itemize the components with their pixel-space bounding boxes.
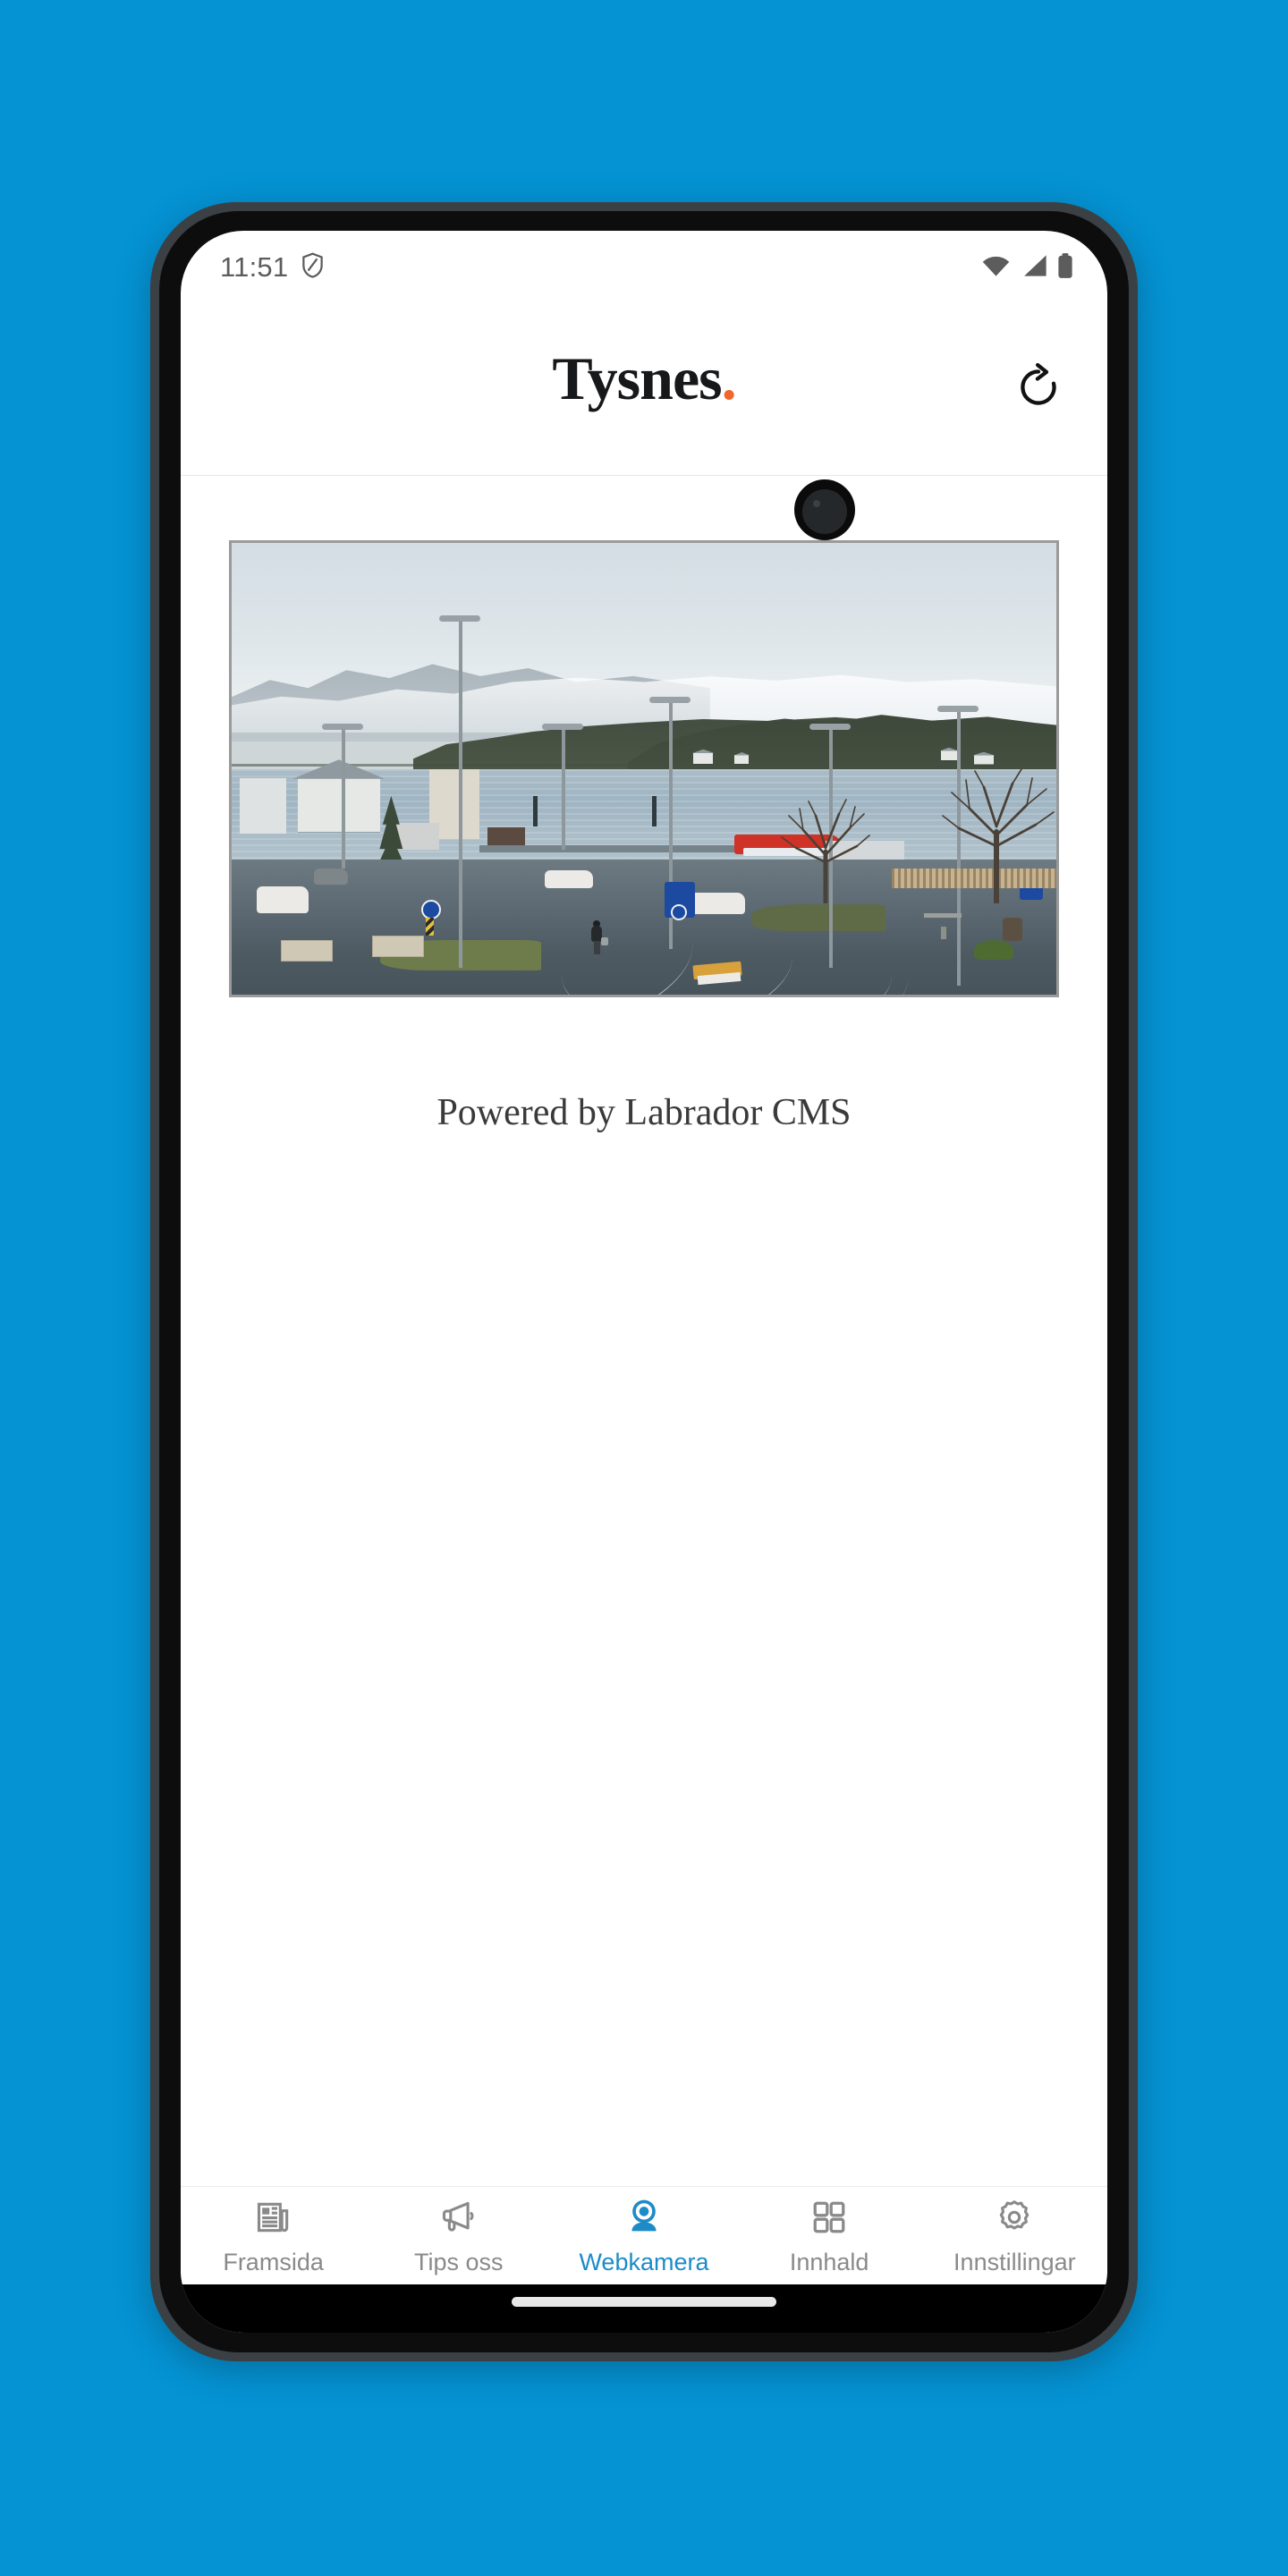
camera-lens (802, 489, 847, 534)
newspaper-icon (254, 2194, 293, 2241)
app-logo-dot: . (721, 344, 737, 412)
scene-bin (1003, 918, 1023, 942)
nav-label-tips-oss: Tips oss (414, 2249, 504, 2275)
home-indicator[interactable] (512, 2297, 776, 2307)
phone-screen: 11:51 Tysnes. Powered by Labrador CMS Fr… (181, 231, 1107, 2333)
scene-far-house (733, 751, 750, 765)
scene-far-house (939, 747, 958, 761)
scene-pedestrian (590, 919, 609, 954)
scene-picnic-table (924, 913, 962, 919)
app-logo: Tysnes. (181, 343, 1107, 414)
front-camera-cutout (794, 479, 855, 540)
nav-item-framsida[interactable]: Framsida (181, 2194, 366, 2276)
grid-icon (809, 2194, 849, 2241)
webcam-image[interactable] (229, 540, 1059, 997)
wifi-icon (981, 254, 1011, 282)
scene-bush (973, 940, 1013, 961)
scene-planter (371, 936, 424, 958)
scene-grass-median (750, 904, 886, 931)
scene-picnic-leg (940, 927, 946, 940)
scene-bare-tree (941, 767, 1056, 906)
battery-icon (1057, 252, 1073, 283)
status-bar-left: 11:51 (220, 251, 325, 284)
status-bar: 11:51 (181, 231, 1107, 304)
status-clock: 11:51 (220, 251, 289, 283)
app-header: Tysnes. (181, 304, 1107, 476)
phone-frame: 11:51 Tysnes. Powered by Labrador CMS Fr… (150, 202, 1138, 2361)
main-content: Powered by Labrador CMS (181, 476, 1107, 2186)
scene-bare-tree (776, 796, 875, 906)
nav-item-innhald[interactable]: Innhald (737, 2194, 922, 2276)
scene-white-house (292, 759, 386, 832)
shield-icon (301, 251, 325, 284)
nav-item-webkamera[interactable]: Webkamera (551, 2194, 736, 2276)
nav-label-framsida: Framsida (223, 2249, 324, 2275)
scene-parked-van (256, 886, 309, 913)
webcam-icon (624, 2194, 664, 2241)
cellular-signal-icon (1021, 254, 1047, 282)
webcam-scene (232, 543, 1056, 995)
scene-parked-car (314, 868, 349, 885)
megaphone-icon (439, 2194, 479, 2241)
scene-street-lamp (438, 614, 480, 968)
refresh-button[interactable] (1011, 361, 1066, 417)
scene-street-lamp (541, 724, 583, 851)
scene-white-car (689, 893, 745, 915)
page-background: 11:51 Tysnes. Powered by Labrador CMS Fr… (0, 0, 1288, 2576)
scene-street-lamp (321, 724, 363, 869)
scene-pier-post (532, 795, 538, 826)
status-bar-right (981, 252, 1073, 283)
app-logo-text: Tysnes (552, 344, 722, 412)
scene-pier-post (652, 795, 657, 826)
phone-bezel: 11:51 Tysnes. Powered by Labrador CMS Fr… (159, 211, 1129, 2352)
nav-label-innstillingar: Innstillingar (953, 2249, 1076, 2275)
scene-far-house (692, 749, 715, 764)
scene-building (240, 777, 287, 834)
scene-shed (487, 827, 525, 848)
scene-planter (281, 940, 334, 962)
scene-parked-car (545, 870, 594, 889)
gesture-navigation-bar (181, 2284, 1107, 2333)
scene-hazard-post (425, 918, 434, 936)
nav-item-innstillingar[interactable]: Innstillingar (922, 2194, 1107, 2276)
nav-label-innhald: Innhald (789, 2249, 869, 2275)
nav-label-webkamera: Webkamera (579, 2249, 709, 2275)
nav-item-tips-oss[interactable]: Tips oss (366, 2194, 551, 2276)
gear-icon (995, 2194, 1034, 2241)
bottom-navigation: Framsida Tips oss Webkamera Innhald Inns… (181, 2186, 1107, 2284)
refresh-icon (1014, 362, 1063, 416)
scene-road-sign-arrow (421, 899, 442, 919)
powered-by-text: Powered by Labrador CMS (436, 1092, 852, 1133)
